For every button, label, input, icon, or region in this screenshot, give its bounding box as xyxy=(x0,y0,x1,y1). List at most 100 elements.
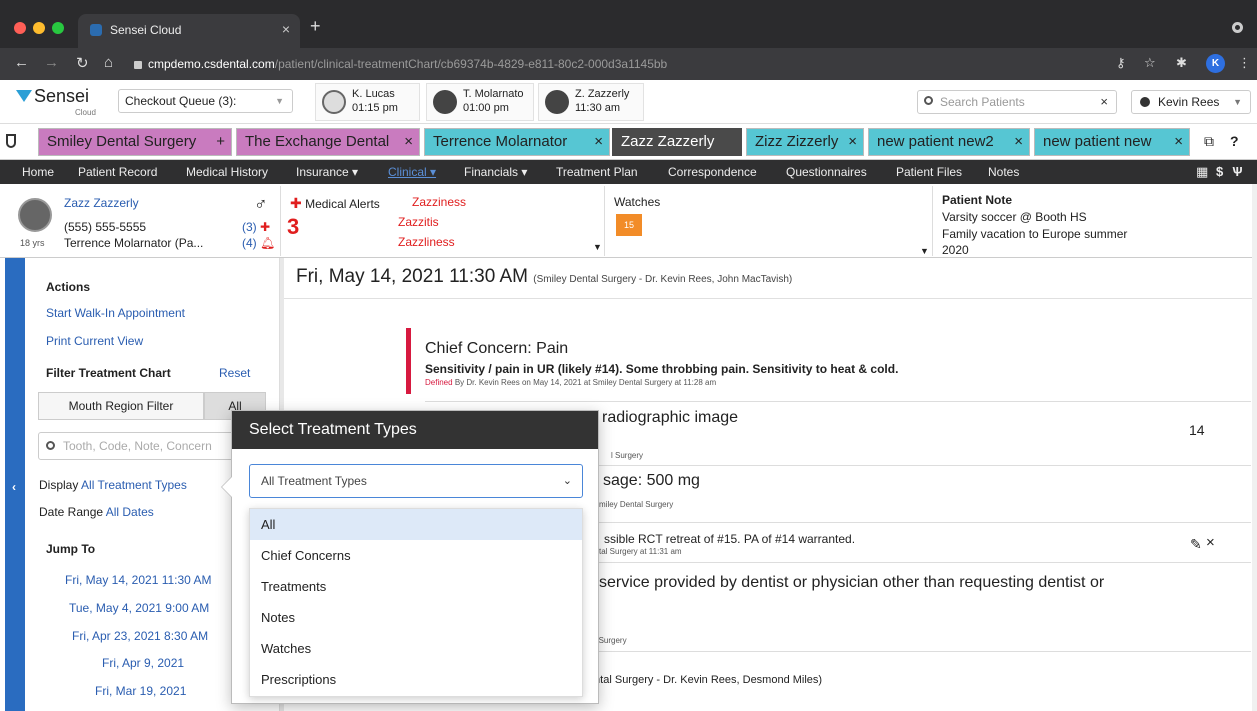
appointment-tile[interactable]: K. Lucas 01:15 pm xyxy=(315,83,420,121)
entry-title[interactable]: ssible RCT retreat of #15. PA of #14 war… xyxy=(604,532,855,546)
browser-menu-icon[interactable] xyxy=(1232,22,1243,33)
entry-meta: miley Dental Surgery xyxy=(599,500,674,509)
appointment-tile[interactable]: T. Molarnato 01:00 pm xyxy=(426,83,534,121)
option-all[interactable]: All xyxy=(250,509,582,540)
nav-notes[interactable]: Notes xyxy=(988,165,1019,179)
treatment-types-select[interactable]: All Treatment Types ⌄ xyxy=(249,464,583,498)
close-delete-icon[interactable]: × xyxy=(1206,534,1215,551)
close-tab-icon[interactable]: × xyxy=(1174,129,1183,155)
display-value-link[interactable]: All Treatment Types xyxy=(81,478,187,492)
url-field[interactable]: cmpdemo.csdental.com/patient/clinical-tr… xyxy=(134,53,1154,75)
tab-overflow-icon[interactable]: ⧉ xyxy=(1204,133,1214,150)
home-icon[interactable]: ⌂ xyxy=(104,54,113,71)
app-header: Sensei Cloud Checkout Queue (3): ▼ K. Lu… xyxy=(0,80,1257,124)
entry-title[interactable]: sage: 500 mg xyxy=(603,472,700,490)
add-tab-icon[interactable]: + xyxy=(216,129,225,155)
patient-tab[interactable]: new patient new2 × xyxy=(868,128,1030,156)
dollar-icon[interactable]: $ xyxy=(1216,164,1223,179)
reload-icon[interactable]: ↻ xyxy=(76,54,89,72)
date-range-value-link[interactable]: All Dates xyxy=(106,505,154,519)
close-tab-icon[interactable]: × xyxy=(404,129,413,155)
user-menu-button[interactable]: Kevin Rees ▼ xyxy=(1131,90,1251,114)
jump-date-link[interactable]: Tue, May 4, 2021 9:00 AM xyxy=(69,601,209,615)
close-tab-icon[interactable]: × xyxy=(594,129,603,155)
patient-tab[interactable]: Smiley Dental Surgery + xyxy=(38,128,232,156)
help-icon[interactable]: ? xyxy=(1230,133,1239,149)
chief-concern-marker xyxy=(406,328,411,394)
main-nav: Home Patient Record Medical History Insu… xyxy=(0,160,1257,184)
shield-icon[interactable] xyxy=(6,134,16,148)
nav-insurance[interactable]: Insurance ▾ xyxy=(296,165,358,179)
entry-title[interactable]: ic service provided by dentist or physic… xyxy=(583,574,1104,592)
nav-correspondence[interactable]: Correspondence xyxy=(668,165,757,179)
option-notes[interactable]: Notes xyxy=(250,602,582,633)
extensions-icon[interactable]: ✱ xyxy=(1176,55,1187,71)
browser-tab[interactable]: Sensei Cloud × xyxy=(78,14,300,48)
start-walk-in-link[interactable]: Start Walk-In Appointment xyxy=(46,306,185,320)
reminders-count-link[interactable]: (4) 🔔︎ xyxy=(242,236,275,250)
sensei-logo[interactable]: Sensei Cloud xyxy=(16,86,96,117)
nav-patient-files[interactable]: Patient Files xyxy=(896,165,962,179)
patient-tab[interactable]: Terrence Molarnator × xyxy=(424,128,610,156)
medical-alert-item: Zazziness xyxy=(412,195,467,209)
nav-home[interactable]: Home xyxy=(22,165,54,179)
close-tab-icon[interactable]: × xyxy=(282,21,290,37)
search-icon xyxy=(46,441,55,450)
option-prescriptions[interactable]: Prescriptions xyxy=(250,664,582,695)
close-tab-icon[interactable]: × xyxy=(848,129,857,155)
nav-medical-history[interactable]: Medical History xyxy=(186,165,268,179)
window-controls xyxy=(14,22,64,34)
patient-avatar[interactable] xyxy=(18,198,52,232)
close-window-button[interactable] xyxy=(14,22,26,34)
jump-date-link[interactable]: Fri, Mar 19, 2021 xyxy=(95,684,186,698)
key-icon[interactable]: ⚷ xyxy=(1116,55,1126,71)
watches-dropdown-icon[interactable]: ▼ xyxy=(920,246,929,256)
maximize-window-button[interactable] xyxy=(52,22,64,34)
patient-note-line: 2020 xyxy=(942,243,969,257)
back-icon[interactable]: ← xyxy=(14,54,29,71)
appointment-tile[interactable]: Z. Zazzerly 11:30 am xyxy=(538,83,644,121)
option-chief-concerns[interactable]: Chief Concerns xyxy=(250,540,582,571)
date-range-row: Date Range All Dates xyxy=(39,505,154,519)
profile-avatar[interactable]: K xyxy=(1206,54,1225,73)
jump-date-link[interactable]: Fri, Apr 23, 2021 8:30 AM xyxy=(72,629,208,643)
mouth-region-filter-button[interactable]: Mouth Region Filter xyxy=(38,392,204,420)
minimize-window-button[interactable] xyxy=(33,22,45,34)
new-tab-icon[interactable]: + xyxy=(310,16,321,37)
calendar-icon[interactable]: ▦ xyxy=(1196,164,1208,180)
nav-patient-record[interactable]: Patient Record xyxy=(78,165,157,179)
nav-clinical[interactable]: Clinical ▾ xyxy=(388,165,436,179)
alerts-dropdown-icon[interactable]: ▼ xyxy=(593,242,602,252)
entry-title[interactable]: radiographic image xyxy=(602,409,738,427)
chevron-left-icon: ‹ xyxy=(12,480,16,494)
close-tab-icon[interactable]: × xyxy=(1014,129,1023,155)
tooth-icon[interactable]: Ѱ xyxy=(1232,164,1243,179)
nav-treatment-plan[interactable]: Treatment Plan xyxy=(556,165,638,179)
patient-search-input[interactable]: Search Patients × xyxy=(917,90,1117,114)
reset-filter-link[interactable]: Reset xyxy=(219,366,250,380)
patient-tab[interactable]: Zizz Zizzerly × xyxy=(746,128,864,156)
patient-tab[interactable]: new patient new × xyxy=(1034,128,1190,156)
patient-tab-active[interactable]: Zazz Zazzerly xyxy=(612,128,742,156)
jump-date-link[interactable]: Fri, Apr 9, 2021 xyxy=(102,656,184,670)
collapse-sidebar-strip[interactable]: ‹ xyxy=(5,258,25,711)
watch-badge[interactable]: 15 xyxy=(616,214,642,236)
checkout-queue-select[interactable]: Checkout Queue (3): ▼ xyxy=(118,89,293,113)
forward-icon[interactable]: → xyxy=(44,54,59,71)
patient-avatar-icon xyxy=(545,90,569,114)
print-current-view-link[interactable]: Print Current View xyxy=(46,334,143,348)
user-name: Kevin Rees xyxy=(1158,95,1220,109)
bookmark-star-icon[interactable]: ☆ xyxy=(1144,55,1156,71)
jump-date-link[interactable]: Fri, May 14, 2021 11:30 AM xyxy=(65,573,212,587)
pencil-edit-icon[interactable]: ✎ xyxy=(1190,536,1202,553)
alerts-count-link[interactable]: (3) ✚ xyxy=(242,220,270,234)
option-treatments[interactable]: Treatments xyxy=(250,571,582,602)
kebab-menu-icon[interactable]: ⋮ xyxy=(1238,55,1251,71)
patient-name-link[interactable]: Zazz Zazzerly xyxy=(64,196,139,210)
content-scrollbar[interactable] xyxy=(1252,184,1257,711)
patient-tab[interactable]: The Exchange Dental × xyxy=(236,128,420,156)
nav-financials[interactable]: Financials ▾ xyxy=(464,165,527,179)
nav-questionnaires[interactable]: Questionnaires xyxy=(786,165,867,179)
clear-search-icon[interactable]: × xyxy=(1100,91,1108,113)
option-watches[interactable]: Watches xyxy=(250,633,582,664)
